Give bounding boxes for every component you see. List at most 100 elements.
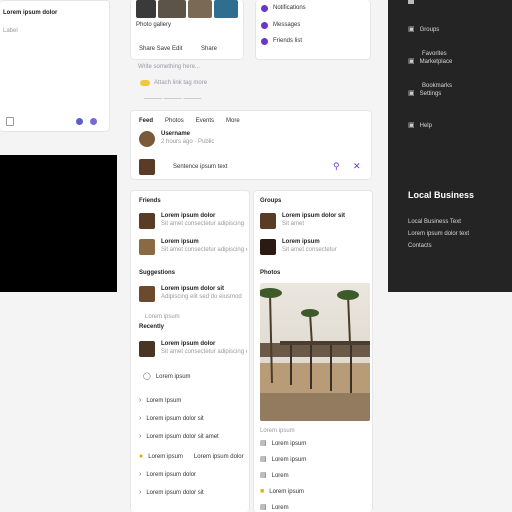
dark-desc-3[interactable]: Contacts	[408, 242, 508, 250]
bottom-row-1[interactable]: ● Lorem ipsum Lorem ipsum dolor	[139, 453, 244, 461]
featured-photo[interactable]	[260, 283, 370, 421]
post-author[interactable]: Username	[161, 130, 190, 138]
help-icon: ▣	[408, 122, 415, 129]
dark-menu-item-1[interactable]: ▣ Groups	[408, 26, 439, 34]
doc-icon: ▤	[260, 472, 267, 479]
list-item[interactable]: › Lorem Ipsum	[139, 397, 181, 405]
composer-input[interactable]: Write something here...	[138, 63, 258, 71]
composer-extra: ——— ——— ———	[144, 96, 202, 102]
section-groups: Groups	[260, 198, 282, 204]
photo-caption: Lorem ipsum	[260, 428, 295, 434]
section-suggestions: Suggestions	[139, 270, 176, 276]
composer-emoji-icon[interactable]	[140, 80, 150, 86]
friend-avatar-1[interactable]	[139, 213, 155, 229]
group-name-2[interactable]: Lorem ipsum	[282, 238, 370, 246]
bottom-row-3[interactable]: › Lorem ipsum dolor sit	[139, 489, 204, 497]
lower-right-card: Groups Lorem ipsum dolor sit Sit amet Lo…	[253, 190, 373, 512]
messages-icon	[261, 21, 268, 29]
list-item-notifications[interactable]: Notifications	[261, 4, 306, 12]
list-item-messages[interactable]: Messages	[261, 21, 300, 29]
doc-icon: ▤	[260, 504, 267, 511]
section-lorem: Lorem ipsum	[145, 314, 180, 320]
notifications-icon	[261, 4, 268, 12]
chevron-icon: ›	[139, 397, 142, 404]
settings-icon: ▣	[408, 90, 415, 97]
doc-icon: ▤	[260, 456, 267, 463]
tab-feed[interactable]: Feed	[139, 117, 153, 125]
suggestion-avatar[interactable]	[139, 286, 155, 302]
dark-desc-1: Local Business Text	[408, 219, 461, 225]
list-item[interactable]: ■ Lorem ipsum	[260, 488, 304, 496]
photo-thumb-2[interactable]	[158, 0, 186, 18]
list-item[interactable]: ▤ Lorem	[260, 504, 289, 512]
composer-links[interactable]: Attach link tag more	[154, 79, 244, 87]
suggestion-name[interactable]: Lorem ipsum dolor sit	[161, 285, 247, 293]
left-panel: Lorem ipsum dolor Label	[0, 0, 110, 132]
clock-icon: ◯	[143, 373, 151, 380]
section-friends: Friends	[139, 198, 161, 204]
list-item[interactable]: › Lorem ipsum dolor sit amet	[139, 433, 219, 441]
top-center-card: Photo gallery Share Save Edit Share	[130, 0, 244, 60]
group-avatar-2[interactable]	[260, 239, 276, 255]
tab-events[interactable]: Events	[196, 117, 214, 125]
list-item-friends[interactable]: Friends list	[261, 37, 302, 45]
close-icon[interactable]: ✕	[353, 161, 361, 172]
circle-icon[interactable]	[76, 118, 83, 125]
post-thumb[interactable]	[139, 159, 155, 175]
group-avatar-1[interactable]	[260, 213, 276, 229]
composer: Write something here... Attach link tag …	[130, 60, 374, 110]
friend-sub-1: Sit amet consectetur adipiscing	[161, 221, 245, 227]
dark-menu-item-5[interactable]: ▣ Settings	[408, 90, 441, 98]
post-text: Sentence ipsum text	[173, 164, 228, 170]
photo-thumb-1[interactable]	[136, 0, 156, 18]
chevron-icon: ›	[139, 433, 142, 440]
sun-icon: ●	[139, 453, 144, 460]
list-item[interactable]: ▤ Lorem	[260, 472, 289, 480]
section-photos: Photos	[260, 270, 281, 276]
tab-more[interactable]: More	[226, 117, 240, 125]
bottom-row-2[interactable]: › Lorem ipsum dolor	[139, 471, 196, 479]
lower-left-card: Friends Lorem ipsum dolor Sit amet conse…	[130, 190, 250, 512]
friend-avatar-2[interactable]	[139, 239, 155, 255]
left-panel-title: Lorem ipsum dolor	[3, 10, 58, 16]
gallery-caption: Photo gallery	[136, 22, 172, 28]
list-item[interactable]: ▤ Lorem ipsum	[260, 440, 306, 448]
star-icon: ■	[260, 488, 265, 495]
section-recently: Recently	[139, 324, 165, 330]
calendar-icon[interactable]	[6, 117, 14, 126]
dark-menu-item-6[interactable]: ▣ Help	[408, 122, 432, 130]
tab-photos[interactable]: Photos	[165, 117, 184, 125]
avatar[interactable]	[139, 131, 155, 147]
feed-tabs: Feed Photos Events More	[139, 117, 240, 125]
recent-name[interactable]: Lorem ipsum dolor	[161, 340, 247, 348]
suggestion-sub: Adipiscing elit sed do eiusmod	[161, 294, 242, 300]
list-item[interactable]: ▤ Lorem ipsum	[260, 456, 306, 464]
photo-thumb-3[interactable]	[188, 0, 212, 18]
doc-icon: ▣	[408, 26, 415, 33]
gallery-actions[interactable]: Share Save Edit	[139, 45, 203, 53]
menu-icon[interactable]	[408, 0, 414, 4]
chevron-icon: ›	[139, 489, 142, 496]
dark-desc-2: Lorem ipsum dolor text	[408, 231, 470, 237]
recent-avatar[interactable]	[139, 341, 155, 357]
post-time: 2 hours ago · Public	[161, 139, 215, 145]
list-item[interactable]: ◯ Lorem ipsum	[143, 373, 191, 381]
friend-name-2[interactable]: Lorem ipsum	[161, 238, 247, 246]
chevron-icon: ›	[139, 471, 142, 478]
chevron-icon: ›	[139, 415, 142, 422]
friend-name-1[interactable]: Lorem ipsum dolor	[161, 212, 247, 220]
tag-icon: ▣	[408, 58, 415, 65]
pin-icon[interactable]: ⚲	[333, 161, 340, 172]
edit-icon[interactable]	[90, 118, 97, 125]
photo-thumb-4[interactable]	[214, 0, 238, 18]
black-block	[0, 155, 117, 292]
gallery-share[interactable]: Share	[201, 45, 231, 53]
dark-menu-item-3[interactable]: ▣ Marketplace	[408, 58, 452, 66]
list-item[interactable]: › Lorem ipsum dolor sit	[139, 415, 204, 423]
feed-card: Feed Photos Events More Username 2 hours…	[130, 110, 372, 180]
dark-heading: Local Business	[408, 190, 475, 200]
top-right-card: Notifications Messages Friends list	[255, 0, 371, 60]
recent-sub: Sit amet consectetur adipiscing elit	[161, 349, 247, 355]
group-name-1[interactable]: Lorem ipsum dolor sit	[282, 212, 370, 220]
left-panel-label: Label	[3, 28, 18, 34]
